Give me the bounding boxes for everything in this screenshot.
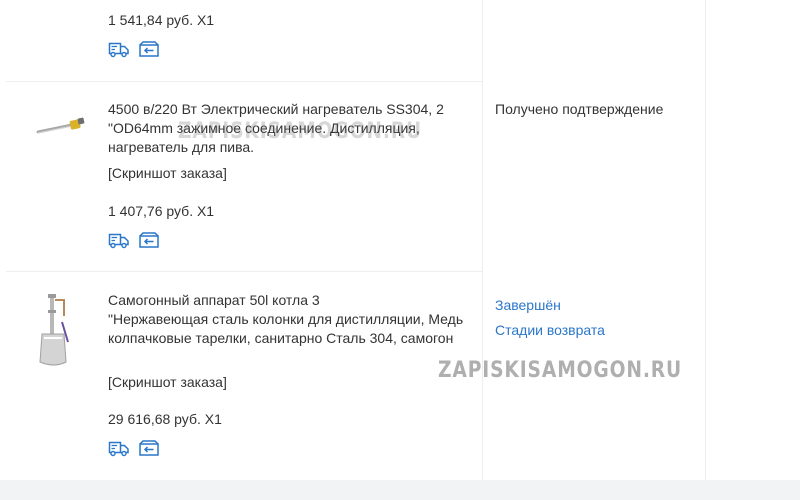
item-action-icons [108, 439, 168, 457]
order-row: Самогонный аппарат 50l котла 3 "Нержавею… [0, 272, 800, 480]
return-arrow-icon[interactable] [138, 439, 160, 457]
order-status: Получено подтверждение [495, 101, 664, 117]
return-arrow-icon[interactable] [138, 40, 160, 58]
return-stages-link[interactable]: Стадии возврата [495, 322, 605, 338]
product-thumbnail[interactable] [34, 292, 74, 372]
product-title[interactable]: 4500 в/220 Вт Электрический нагреватель … [108, 100, 480, 157]
order-row: 4500 в/220 Вт Электрический нагреватель … [0, 82, 800, 272]
order-row: 1 541,84 руб. X1 [0, 0, 800, 82]
item-price: 1 407,76 руб. X1 [108, 203, 215, 219]
product-title[interactable]: Самогонный аппарат 50l котла 3 "Нержавею… [108, 291, 480, 348]
return-arrow-icon[interactable] [138, 231, 160, 249]
product-thumbnail[interactable] [32, 112, 92, 142]
footer-band [0, 480, 800, 500]
item-price: 1 541,84 руб. X1 [108, 12, 215, 28]
item-price: 29 616,68 руб. X1 [108, 411, 222, 427]
item-action-icons [108, 40, 168, 58]
order-items-list: 1 541,84 руб. X1 4500 в/220 Вт Электриче… [0, 0, 800, 480]
delivery-truck-icon[interactable] [108, 231, 130, 249]
order-snapshot-link[interactable]: [Скриншот заказа] [108, 374, 227, 390]
order-snapshot-link[interactable]: [Скриншот заказа] [108, 165, 227, 181]
delivery-truck-icon[interactable] [108, 439, 130, 457]
delivery-truck-icon[interactable] [108, 40, 130, 58]
order-status-completed-link[interactable]: Завершён [495, 297, 561, 313]
item-action-icons [108, 231, 168, 249]
